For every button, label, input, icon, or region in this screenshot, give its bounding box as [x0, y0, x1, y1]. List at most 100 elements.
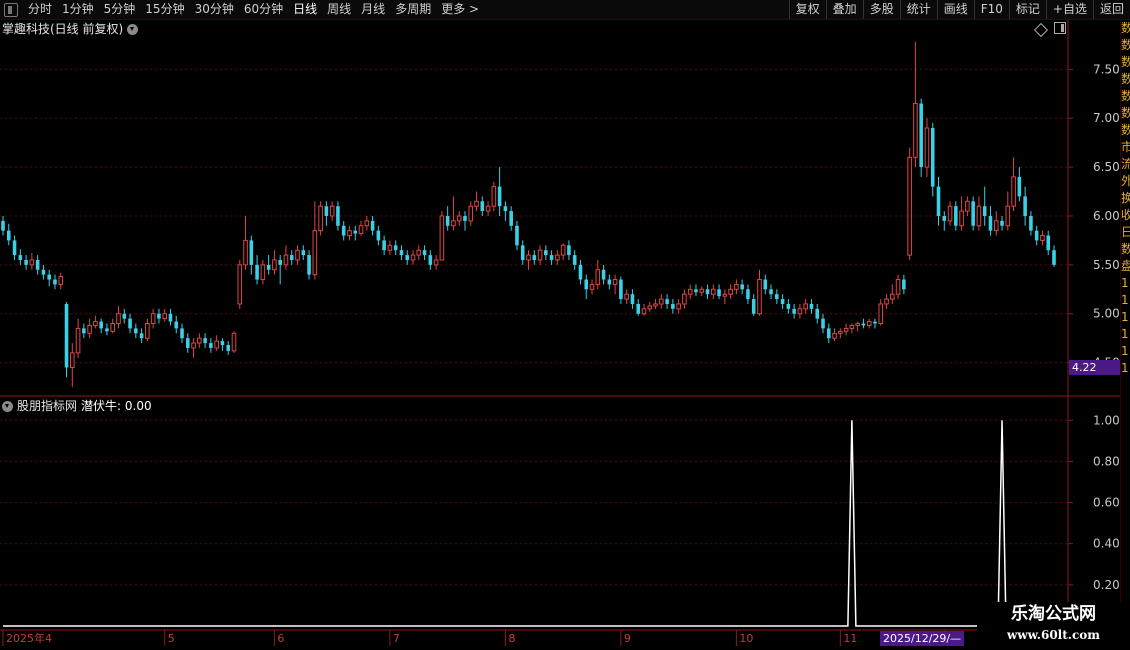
candle-body [843, 327, 849, 332]
info-strip-char: 流 [1121, 156, 1130, 173]
candle-body [24, 259, 28, 265]
info-strip-char: 数 [1121, 54, 1130, 71]
candle-body [82, 328, 86, 334]
y-tick-label: 0.40 [1093, 537, 1120, 551]
candle-body [549, 255, 554, 260]
candle-body [636, 303, 641, 314]
candle-body [324, 206, 329, 216]
candle-body [47, 274, 51, 280]
candle-body [1040, 235, 1045, 241]
candle-body [936, 186, 941, 216]
candle-body [1052, 250, 1056, 265]
indicator-title: 股朋指标网 潜伏牛: 0.00 [2, 397, 152, 415]
current-price-tag: 4.22 [1069, 360, 1120, 375]
candle-body [890, 293, 895, 300]
candle-body [255, 264, 259, 280]
candle-body [515, 225, 519, 246]
candle-body [567, 245, 571, 256]
candle-body [209, 343, 213, 348]
candle-body [87, 324, 92, 334]
candle-body [717, 289, 721, 297]
candle-body [982, 206, 987, 216]
candle-body [58, 276, 64, 285]
info-strip-char: 1 [1121, 276, 1129, 290]
candle-body [260, 264, 266, 281]
candle-body [1011, 176, 1016, 207]
candle-body [797, 308, 803, 315]
candle-body [382, 240, 386, 251]
candle-body [370, 220, 375, 231]
candle-body [70, 352, 75, 369]
candle-body [560, 244, 566, 256]
candle-body [480, 201, 485, 212]
candle-body [1017, 176, 1022, 197]
candle-body [930, 127, 935, 187]
candle-body [428, 255, 433, 265]
candle-body [676, 303, 681, 310]
candle-body [866, 321, 872, 326]
candle-body [687, 288, 693, 295]
candle-body [734, 283, 739, 290]
candle-body [665, 299, 669, 304]
candle-body [873, 321, 877, 324]
candle-body [105, 328, 109, 332]
candle-body [711, 288, 716, 295]
y-tick-label: 7.00 [1093, 111, 1120, 125]
info-strip-char: 1 [1121, 344, 1129, 358]
candle-body [6, 230, 11, 241]
candle-body [485, 205, 491, 212]
candle-body [855, 323, 860, 326]
candle-body [1005, 205, 1011, 227]
candle-body [416, 249, 422, 256]
candle-body [821, 318, 825, 329]
candle-body [41, 269, 46, 275]
candle-body [694, 289, 698, 293]
candle-body [971, 201, 975, 226]
info-strip-char: 1 [1121, 310, 1129, 324]
candle-body [578, 264, 583, 280]
candle-body [497, 186, 502, 207]
candle-body [203, 338, 207, 344]
candle-body [809, 303, 814, 309]
candle-body [243, 239, 248, 266]
candle-body [1029, 215, 1033, 231]
candle-body [895, 279, 901, 295]
chart-canvas[interactable]: 4.505.005.506.006.507.007.50 0.200.400.6… [0, 0, 1130, 650]
candle-body [445, 215, 450, 226]
info-strip-char: 数 [1121, 20, 1130, 37]
candle-body [1034, 230, 1039, 241]
candle-body [405, 255, 410, 260]
candle-body [659, 298, 664, 305]
candle-body [775, 294, 779, 300]
candle-body [572, 255, 577, 265]
candle-body [740, 284, 744, 290]
candle-body [503, 206, 508, 212]
candle-body [902, 279, 906, 290]
candle-body [682, 293, 687, 305]
candle-body [919, 103, 923, 168]
candle-body [1000, 220, 1004, 226]
candle-body [769, 289, 773, 295]
candle-body [318, 205, 323, 232]
y-tick-label: 6.00 [1093, 209, 1120, 223]
x-tick-label: 11 [843, 632, 857, 645]
candle-body [584, 279, 589, 290]
candle-body [393, 245, 398, 251]
indicator-menu-icon[interactable] [2, 400, 13, 412]
info-strip-char: 数 [1121, 122, 1130, 139]
candle-body [728, 288, 733, 295]
candle-body [537, 249, 543, 261]
candle-body [792, 308, 796, 314]
candle-body [329, 205, 335, 217]
info-strip-char: 1 [1121, 361, 1129, 375]
indicator-value: 潜伏牛: 0.00 [81, 399, 152, 413]
y-tick-label: 6.50 [1093, 160, 1120, 174]
candle-body [878, 303, 884, 325]
candle-body [186, 338, 190, 348]
candle-body [364, 220, 370, 227]
candle-body [520, 245, 525, 260]
candle-body [555, 254, 560, 261]
candle-body [214, 340, 219, 349]
info-strip-char: 日 [1121, 224, 1130, 241]
candle-body [751, 299, 756, 314]
